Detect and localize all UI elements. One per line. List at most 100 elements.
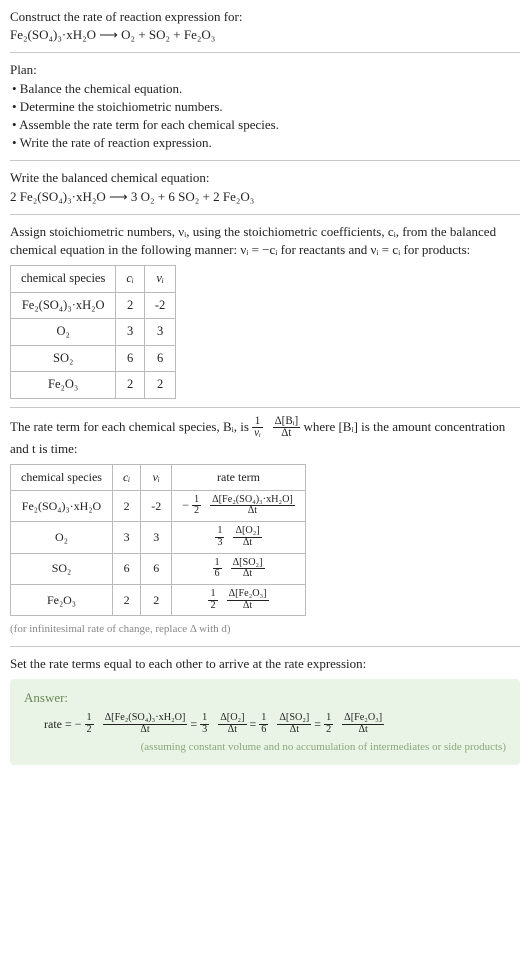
stoich-table: chemical species cᵢ νᵢ Fe₂(SO₄)₃·xH₂O 2 … (10, 265, 176, 399)
rate-term-table: chemical species cᵢ νᵢ rate term Fe₂(SO₄… (10, 464, 306, 616)
cell-species: O₂ (11, 319, 116, 346)
coef-frac: 13 (215, 526, 224, 548)
frac-den: 6 (259, 725, 268, 736)
cell-v: 2 (141, 584, 172, 615)
coef-frac: 13 (200, 713, 209, 735)
col-species: chemical species (11, 266, 116, 293)
rate-intro-pre: The rate term for each chemical species,… (10, 419, 252, 434)
cell-c: 6 (112, 553, 140, 584)
frac-den: 2 (208, 601, 217, 612)
equals: = (190, 717, 200, 731)
coef-frac: 16 (213, 558, 222, 580)
col-c: cᵢ (112, 464, 140, 490)
col-c-label: cᵢ (126, 271, 134, 285)
col-v: νᵢ (144, 266, 175, 293)
delta-frac: Δ[Fe₂O₃]Δt (342, 713, 384, 735)
divider (10, 407, 520, 408)
prompt-equation: Fe₂(SO₄)₃·xH₂O ⟶ O₂ + SO₂ + Fe₂O₃ (10, 26, 520, 44)
table-row: Fe₂O₃ 2 2 12 Δ[Fe₂O₃]Δt (11, 584, 306, 615)
plan-item: • Balance the chemical equation. (12, 80, 520, 98)
cell-rate-term: 12 Δ[Fe₂O₃]Δt (172, 584, 306, 615)
rate-expression: rate = − 12 Δ[Fe₂(SO₄)₃·xH₂O]Δt = 13 Δ[O… (24, 713, 506, 735)
balanced-section: Write the balanced chemical equation: 2 … (10, 169, 520, 205)
table-row: O₂ 3 3 (11, 319, 176, 346)
delta-frac: Δ[Fe₂(SO₄)₃·xH₂O]Δt (103, 713, 188, 735)
cell-v: 3 (141, 522, 172, 553)
divider (10, 52, 520, 53)
cell-c: 2 (116, 372, 145, 399)
table-row: SO₂ 6 6 16 Δ[SO₂]Δt (11, 553, 306, 584)
frac-den: 3 (215, 538, 224, 549)
frac-den: Δt (277, 725, 311, 736)
rate-prefix: rate = (44, 717, 75, 731)
cell-species: Fe₂(SO₄)₃·xH₂O (11, 490, 113, 521)
cell-species: SO₂ (11, 553, 113, 584)
stoich-intro: Assign stoichiometric numbers, νᵢ, using… (10, 223, 520, 259)
table-row: Fe₂O₃ 2 2 (11, 372, 176, 399)
frac-den: Δt (103, 725, 188, 736)
cell-c: 2 (116, 292, 145, 319)
rate-note: (for infinitesimal rate of change, repla… (10, 622, 520, 637)
prompt-line1: Construct the rate of reaction expressio… (10, 8, 520, 26)
plan-item: • Determine the stoichiometric numbers. (12, 98, 520, 116)
coef-frac: 12 (208, 589, 217, 611)
cell-rate-term: 13 Δ[O₂]Δt (172, 522, 306, 553)
frac-den: Δt (218, 725, 246, 736)
cell-rate-term: 16 Δ[SO₂]Δt (172, 553, 306, 584)
answer-box: Answer: rate = − 12 Δ[Fe₂(SO₄)₃·xH₂O]Δt … (10, 679, 520, 765)
cell-c: 3 (116, 319, 145, 346)
col-term: rate term (172, 464, 306, 490)
col-v: νᵢ (141, 464, 172, 490)
table-row: Fe₂(SO₄)₃·xH₂O 2 -2 − 12 Δ[Fe₂(SO₄)₃·xH₂… (11, 490, 306, 521)
cell-rate-term: − 12 Δ[Fe₂(SO₄)₃·xH₂O]Δt (172, 490, 306, 521)
frac-den: νᵢ (252, 428, 263, 440)
balanced-intro: Write the balanced chemical equation: (10, 169, 520, 187)
cell-v: -2 (144, 292, 175, 319)
frac-num: Δ[Fe₂O₃] (227, 589, 269, 601)
frac-den: 2 (324, 725, 333, 736)
rate-frac-1: 1 νᵢ (252, 416, 263, 440)
rate-term-intro: The rate term for each chemical species,… (10, 416, 520, 458)
cell-c: 3 (112, 522, 140, 553)
sign: − (182, 498, 189, 512)
cell-v: 6 (144, 345, 175, 372)
col-v-label: νᵢ (156, 271, 164, 285)
equals: = (250, 717, 260, 731)
frac-den: Δt (227, 601, 269, 612)
cell-species: O₂ (11, 522, 113, 553)
final-section: Set the rate terms equal to each other t… (10, 655, 520, 765)
table-row: Fe₂(SO₄)₃·xH₂O 2 -2 (11, 292, 176, 319)
sign: − (75, 717, 82, 731)
delta-frac: Δ[Fe₂O₃]Δt (227, 589, 269, 611)
cell-c: 6 (116, 345, 145, 372)
col-c-label: cᵢ (123, 470, 130, 484)
coef-frac: 12 (85, 713, 94, 735)
delta-frac: Δ[O₂]Δt (233, 526, 261, 548)
divider (10, 646, 520, 647)
delta-frac: Δ[O₂]Δt (218, 713, 246, 735)
divider (10, 160, 520, 161)
delta-frac: Δ[SO₂]Δt (277, 713, 311, 735)
table-row: SO₂ 6 6 (11, 345, 176, 372)
cell-v: -2 (141, 490, 172, 521)
final-intro: Set the rate terms equal to each other t… (10, 655, 520, 673)
table-header-row: chemical species cᵢ νᵢ rate term (11, 464, 306, 490)
cell-species: SO₂ (11, 345, 116, 372)
balanced-equation: 2 Fe₂(SO₄)₃·xH₂O ⟶ 3 O₂ + 6 SO₂ + 2 Fe₂O… (10, 188, 520, 206)
table-row: O₂ 3 3 13 Δ[O₂]Δt (11, 522, 306, 553)
frac-den: 2 (192, 506, 201, 517)
delta-frac: Δ[SO₂]Δt (231, 558, 265, 580)
cell-v: 2 (144, 372, 175, 399)
cell-species: Fe₂(SO₄)₃·xH₂O (11, 292, 116, 319)
equals: = (314, 717, 324, 731)
frac-den: Δt (273, 428, 301, 440)
coef-frac: 16 (259, 713, 268, 735)
stoich-section: Assign stoichiometric numbers, νᵢ, using… (10, 223, 520, 399)
col-v-label: νᵢ (153, 470, 160, 484)
plan-item: • Assemble the rate term for each chemic… (12, 116, 520, 134)
frac-den: Δt (233, 538, 261, 549)
coef-frac: 12 (324, 713, 333, 735)
cell-species: Fe₂O₃ (11, 372, 116, 399)
prompt-section: Construct the rate of reaction expressio… (10, 8, 520, 44)
rate-term-section: The rate term for each chemical species,… (10, 416, 520, 638)
